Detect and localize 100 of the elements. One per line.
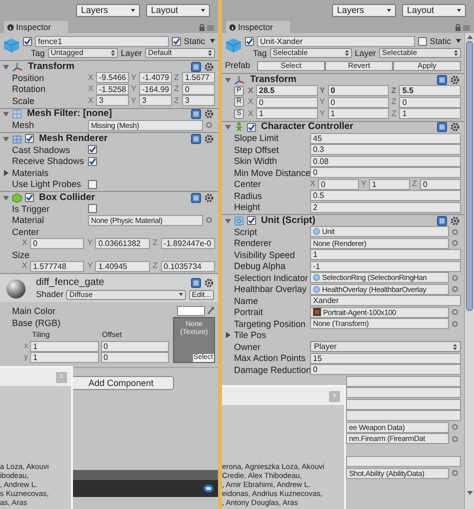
text-field[interactable]: -1.5258 — [96, 84, 129, 95]
text-field[interactable] — [346, 376, 461, 387]
text-field[interactable]: -1 — [310, 260, 461, 272]
component-header[interactable]: Box Collider — [0, 191, 218, 203]
checkbox[interactable] — [23, 36, 32, 46]
caret-icon[interactable] — [3, 64, 9, 70]
checkbox[interactable] — [88, 204, 97, 214]
text-field[interactable]: Xander — [310, 295, 461, 306]
text-field[interactable]: 0 — [182, 84, 215, 95]
text-field[interactable]: 3 — [182, 95, 215, 106]
text-field[interactable]: 0 — [100, 352, 169, 362]
text-field[interactable]: 0.5 — [310, 190, 461, 202]
gear-icon[interactable] — [450, 122, 460, 132]
checkbox[interactable] — [245, 36, 254, 46]
caret-icon[interactable] — [3, 111, 9, 117]
text-field[interactable]: 3 — [96, 95, 129, 106]
dropdown-arrow-icon — [201, 9, 205, 12]
caret-icon[interactable] — [3, 170, 9, 176]
checkbox[interactable] — [25, 134, 34, 143]
gear-icon[interactable] — [450, 216, 460, 226]
text-field[interactable] — [346, 398, 461, 410]
gear-icon[interactable] — [204, 109, 214, 119]
caret-icon[interactable] — [225, 218, 231, 224]
inspector-tab[interactable]: Inspector — [226, 21, 290, 33]
text-field[interactable] — [346, 410, 461, 422]
text-field[interactable]: 0 — [310, 364, 461, 376]
tab-label: Inspector — [16, 22, 51, 32]
checkbox[interactable] — [172, 36, 181, 46]
text-field[interactable]: fence1 — [35, 36, 169, 46]
text-field[interactable]: 0.03661382 — [95, 238, 150, 249]
field-label: Size — [12, 248, 31, 261]
object-picker-icon[interactable] — [452, 470, 458, 476]
gear-icon[interactable] — [204, 62, 214, 72]
text-field[interactable]: 1 — [399, 108, 462, 120]
toolbar-dropdown[interactable]: Layout — [146, 4, 210, 17]
text-field[interactable]: 45 — [310, 132, 461, 144]
text-field[interactable]: 5.5 — [399, 85, 462, 96]
checkbox[interactable] — [88, 145, 97, 154]
text-field[interactable]: 0.08 — [310, 156, 461, 167]
checkbox[interactable] — [88, 180, 97, 189]
text-field[interactable]: -164.99 — [139, 84, 172, 95]
lock-icon[interactable] — [199, 24, 205, 31]
menu-icon[interactable] — [463, 24, 470, 30]
text-field[interactable]: 1 — [310, 249, 461, 260]
text-field[interactable]: -9.5466 — [96, 72, 129, 84]
text-field[interactable]: 1 — [30, 352, 98, 362]
caret-icon[interactable] — [225, 332, 231, 338]
text-field[interactable] — [346, 387, 461, 398]
gear-icon[interactable] — [204, 192, 214, 202]
lock-icon[interactable] — [455, 24, 461, 31]
toolbar-dropdown[interactable]: Layers — [76, 4, 140, 17]
text-field[interactable]: 0 — [256, 96, 318, 108]
text-field[interactable]: 0.3 — [310, 144, 461, 156]
text-field[interactable]: 1 — [328, 108, 390, 120]
caret-icon[interactable] — [3, 136, 9, 142]
inspector-tab[interactable]: Inspector — [4, 21, 68, 33]
object-picker-icon[interactable] — [206, 217, 212, 224]
text-field[interactable]: 2 — [310, 202, 461, 213]
text-field[interactable]: 0 — [318, 178, 359, 190]
text-field[interactable]: 0.1035734 — [160, 260, 215, 272]
text-field[interactable]: 1 — [30, 340, 98, 352]
toolbar-dropdown[interactable]: Layers — [332, 4, 396, 17]
text-field[interactable]: Unit-Xander — [257, 36, 415, 46]
text-field[interactable]: 0 — [100, 340, 169, 352]
text-field[interactable]: 1.577748 — [30, 260, 84, 272]
object-picker-icon[interactable] — [206, 122, 212, 128]
text-field[interactable]: 1.40945 — [95, 260, 150, 272]
menu-icon[interactable] — [207, 24, 214, 30]
toolbar-dropdown[interactable]: Layout — [402, 4, 466, 17]
gear-icon[interactable] — [204, 134, 214, 144]
checkbox[interactable] — [25, 193, 34, 202]
text-field[interactable]: 0 — [310, 167, 461, 178]
checkbox[interactable] — [247, 122, 256, 132]
text-field[interactable]: 0 — [328, 85, 390, 96]
text-field[interactable]: 0 — [399, 96, 462, 108]
text-field[interactable]: 28.5 — [256, 85, 318, 96]
caret-icon[interactable] — [225, 76, 231, 82]
text-field[interactable] — [346, 456, 461, 468]
checkbox[interactable] — [418, 36, 427, 46]
dropdown[interactable]: Player — [310, 341, 461, 352]
text-field[interactable]: -1.892447e-0 — [160, 238, 215, 249]
gear-icon[interactable] — [204, 278, 214, 288]
color-swatch[interactable] — [177, 306, 205, 316]
text-field[interactable]: 15 — [310, 352, 461, 364]
text-field[interactable]: -1.4079 — [139, 72, 172, 84]
text-field[interactable]: 0 — [420, 178, 461, 190]
text-field[interactable]: 3 — [139, 95, 172, 106]
text-field[interactable]: 0 — [30, 238, 84, 249]
text-field[interactable]: 1.5677 — [182, 72, 215, 84]
checkbox[interactable] — [88, 156, 97, 166]
gear-icon[interactable] — [450, 74, 460, 84]
scrollbar[interactable] — [464, 33, 474, 509]
text-field[interactable]: 0 — [328, 96, 390, 108]
checkbox[interactable] — [247, 216, 256, 225]
text-field[interactable]: 1 — [256, 108, 318, 120]
component-header[interactable]: Mesh Renderer — [0, 132, 218, 144]
caret-icon[interactable] — [3, 194, 9, 200]
eyedropper-icon[interactable] — [207, 306, 215, 316]
caret-icon[interactable] — [225, 124, 231, 130]
text-field[interactable]: 1 — [369, 178, 410, 190]
